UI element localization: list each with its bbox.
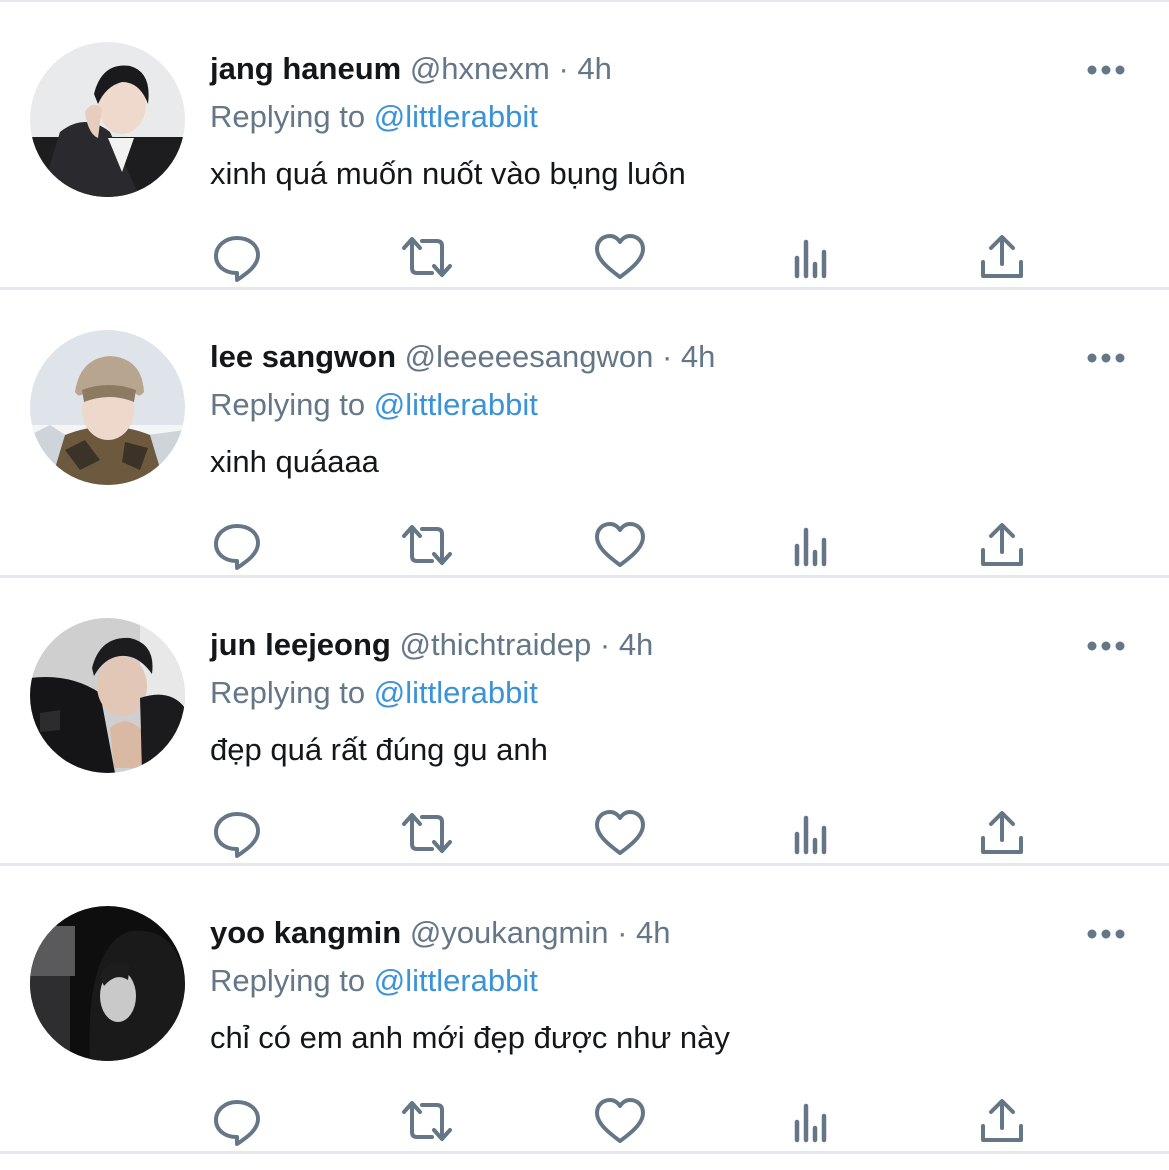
more-options-icon[interactable] [1080,342,1132,374]
username[interactable]: @hxnexm [410,51,550,86]
analytics-icon[interactable] [785,806,839,860]
timestamp[interactable]: 4h [577,51,611,86]
avatar-photo [30,618,185,773]
avatar-photo [30,330,185,485]
tweet[interactable]: jang haneum @hxnexm · 4h Replying to @li… [0,2,1169,290]
retweet-icon[interactable] [400,1094,454,1148]
share-icon[interactable] [975,806,1029,860]
tweet-header: yoo kangmin @youkangmin · 4h [210,913,671,953]
reply-icon[interactable] [210,518,264,572]
like-icon[interactable] [593,230,647,284]
avatar-photo [30,906,185,1061]
username[interactable]: @leeeeesangwon [405,339,654,374]
username[interactable]: @youkangmin [410,915,609,950]
replying-to-label: Replying to [210,675,366,710]
share-icon[interactable] [975,518,1029,572]
reply-icon[interactable] [210,230,264,284]
tweet[interactable]: yoo kangmin @youkangmin · 4h Replying to… [0,866,1169,1154]
timestamp[interactable]: 4h [681,339,715,374]
tweet-actions [210,806,1040,860]
tweet-text: xinh quáaaa [210,444,379,479]
replying-to: Replying to @littlerabbit [210,961,538,1001]
more-options-icon[interactable] [1080,918,1132,950]
tweet-text: đẹp quá rất đúng gu anh [210,732,548,767]
mention-link[interactable]: @littlerabbit [374,675,538,710]
separator-dot: · [661,339,673,374]
timestamp[interactable]: 4h [619,627,653,662]
retweet-icon[interactable] [400,230,454,284]
replying-to: Replying to @littlerabbit [210,673,538,713]
share-icon[interactable] [975,230,1029,284]
username[interactable]: @thichtraidep [399,627,591,662]
replying-to: Replying to @littlerabbit [210,97,538,137]
display-name[interactable]: lee sangwon [210,339,396,374]
like-icon[interactable] [593,518,647,572]
tweet[interactable]: lee sangwon @leeeeesangwon · 4h Replying… [0,290,1169,578]
avatar[interactable] [30,42,185,197]
replying-to-label: Replying to [210,99,366,134]
timestamp[interactable]: 4h [636,915,670,950]
replying-to: Replying to @littlerabbit [210,385,538,425]
tweet-header: jun leejeong @thichtraidep · 4h [210,625,653,665]
tweet-text: chỉ có em anh mới đẹp được như này [210,1020,730,1055]
display-name[interactable]: jang haneum [210,51,401,86]
like-icon[interactable] [593,806,647,860]
display-name[interactable]: jun leejeong [210,627,391,662]
avatar[interactable] [30,330,185,485]
analytics-icon[interactable] [785,518,839,572]
avatar[interactable] [30,618,185,773]
reply-icon[interactable] [210,1094,264,1148]
mention-link[interactable]: @littlerabbit [374,387,538,422]
replying-to-label: Replying to [210,387,366,422]
tweet-text: xinh quá muốn nuốt vào bụng luôn [210,156,686,191]
separator-dot: · [617,915,628,950]
separator-dot: · [558,51,569,86]
avatar-photo [30,42,185,197]
analytics-icon[interactable] [785,1094,839,1148]
reply-icon[interactable] [210,806,264,860]
more-options-icon[interactable] [1080,54,1132,86]
tweet-header: jang haneum @hxnexm · 4h [210,49,612,89]
tweet-actions [210,518,1040,572]
tweet-actions [210,1094,1040,1148]
retweet-icon[interactable] [400,806,454,860]
tweet-header: lee sangwon @leeeeesangwon · 4h [210,337,715,377]
tweet[interactable]: jun leejeong @thichtraidep · 4h Replying… [0,578,1169,866]
avatar[interactable] [30,906,185,1061]
retweet-icon[interactable] [400,518,454,572]
tweet-actions [210,230,1040,284]
more-options-icon[interactable] [1080,630,1132,662]
mention-link[interactable]: @littlerabbit [374,963,538,998]
reply-feed: jang haneum @hxnexm · 4h Replying to @li… [0,0,1169,1170]
separator-dot: · [599,627,611,662]
analytics-icon[interactable] [785,230,839,284]
mention-link[interactable]: @littlerabbit [374,99,538,134]
replying-to-label: Replying to [210,963,366,998]
share-icon[interactable] [975,1094,1029,1148]
display-name[interactable]: yoo kangmin [210,915,401,950]
like-icon[interactable] [593,1094,647,1148]
